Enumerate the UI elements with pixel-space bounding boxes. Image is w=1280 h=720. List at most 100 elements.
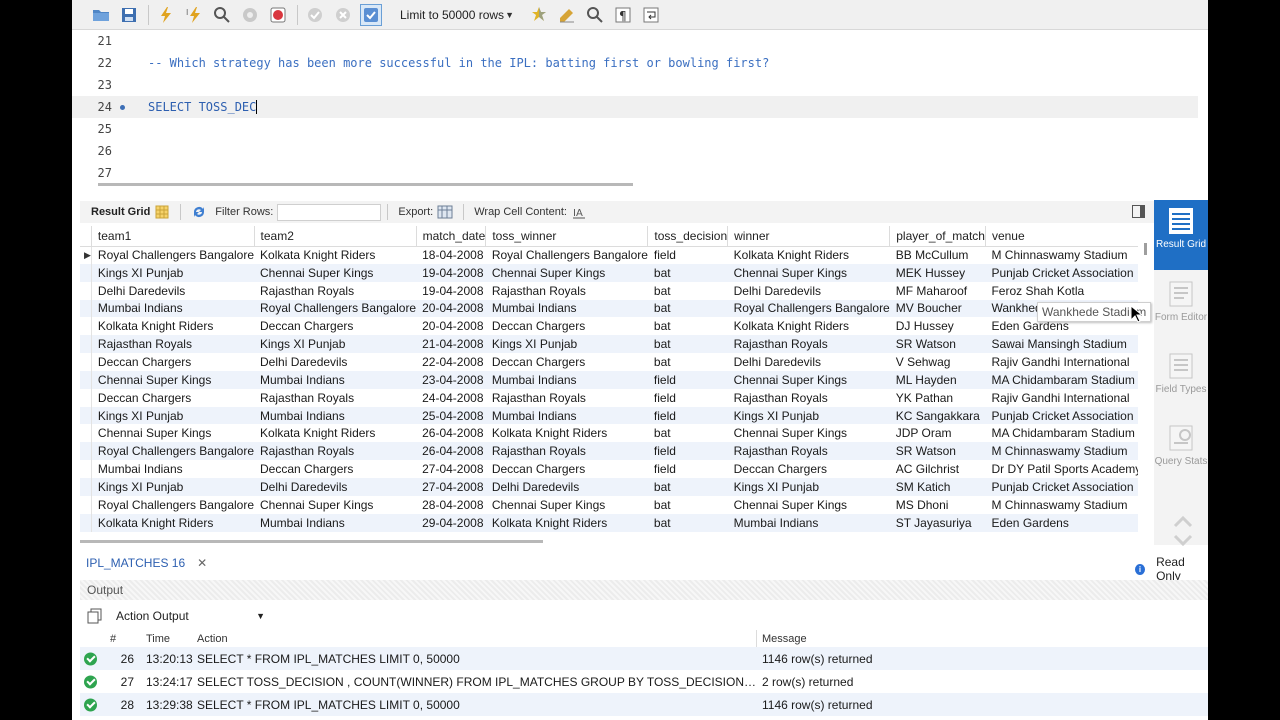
row-header[interactable] <box>80 353 92 371</box>
row-header[interactable] <box>80 406 92 425</box>
cell-venue[interactable]: Rajiv Gandhi International <box>985 389 1138 407</box>
open-folder-icon[interactable] <box>90 4 112 26</box>
cell-toss-decision[interactable]: bat <box>647 299 728 318</box>
sql-editor[interactable]: 21 22 -- Which strategy has been more succ… <box>72 30 1208 178</box>
wrap-cell-icon[interactable]: IA <box>571 204 587 220</box>
toggle-error-icon[interactable] <box>267 4 289 26</box>
cell-team1[interactable]: Deccan Chargers <box>91 353 254 371</box>
editor-line[interactable]: 26 <box>72 140 1198 162</box>
side-panel-scroll-icon[interactable] <box>1172 514 1194 548</box>
cell-winner[interactable]: Chennai Super Kings <box>727 370 890 389</box>
cell-venue[interactable]: Feroz Shah Kotla <box>985 282 1138 300</box>
cell-toss-winner[interactable]: Delhi Daredevils <box>485 477 648 496</box>
cell-match-date[interactable]: 21-04-2008 <box>416 335 486 354</box>
cell-match-date[interactable]: 26-04-2008 <box>416 442 486 461</box>
invisible-chars-icon[interactable]: ¶ <box>612 4 634 26</box>
cell-toss-winner[interactable]: Kings XI Punjab <box>485 335 648 354</box>
cell-match-date[interactable]: 18-04-2008 <box>416 246 486 264</box>
output-type-select[interactable]: Action Output ▼ <box>111 606 269 626</box>
output-row[interactable]: 26 13:20:13 SELECT * FROM IPL_MATCHES LIMI… <box>80 647 1208 670</box>
cell-winner[interactable]: Rajasthan Royals <box>727 335 890 354</box>
cell-player-of-match[interactable]: SM Katich <box>889 477 986 496</box>
cell-winner[interactable]: Kolkata Knight Riders <box>728 246 890 264</box>
side-result-grid[interactable]: Result Grid <box>1154 200 1208 270</box>
limit-rows-select[interactable]: Limit to 50000 rows ▼ <box>392 4 520 26</box>
column-header-team1[interactable]: team1 <box>91 226 255 247</box>
cell-player-of-match[interactable]: ST Jayasuriya <box>889 513 986 532</box>
cell-team1[interactable]: Rajasthan Royals <box>91 335 255 354</box>
cell-toss-decision[interactable]: field <box>647 406 728 425</box>
cell-team1[interactable]: Kolkata Knight Riders <box>91 513 255 532</box>
cell-toss-winner[interactable]: Royal Challengers Bangalore <box>486 246 648 264</box>
autocommit-icon[interactable] <box>360 3 382 26</box>
cell-team2[interactable]: Kolkata Knight Riders <box>254 424 416 442</box>
cell-player-of-match[interactable]: ML Hayden <box>889 370 986 389</box>
toggle-side-panel-icon[interactable] <box>1132 205 1145 218</box>
grid-vertical-scrollbar[interactable] <box>1144 243 1147 255</box>
cell-venue[interactable]: MA Chidambaram Stadium <box>985 424 1138 442</box>
cell-toss-decision[interactable]: bat <box>647 513 728 532</box>
cell-team2[interactable]: Kings XI Punjab <box>254 335 417 354</box>
column-header-player-of-match[interactable]: player_of_match <box>889 226 986 247</box>
cell-team1[interactable]: Kings XI Punjab <box>91 263 255 282</box>
wrap-icon[interactable] <box>640 4 662 26</box>
cell-venue[interactable]: M Chinnaswamy Stadium <box>985 496 1138 514</box>
table-row[interactable]: Deccan Chargers Rajasthan Royals 24-04-200… <box>80 388 1138 407</box>
table-row[interactable]: Royal Challengers Bangalore Rajasthan Roy… <box>80 442 1138 461</box>
cell-toss-winner[interactable]: Rajasthan Royals <box>485 442 648 461</box>
output-row[interactable]: 28 13:29:38 SELECT * FROM IPL_MATCHES LIMI… <box>80 693 1208 716</box>
cell-team1[interactable]: Royal Challengers Bangalore <box>91 496 254 514</box>
cell-toss-winner[interactable]: Deccan Chargers <box>486 353 648 371</box>
cell-match-date[interactable]: 19-04-2008 <box>416 282 486 300</box>
cell-toss-decision[interactable]: bat <box>648 282 728 300</box>
cell-match-date[interactable]: 29-04-2008 <box>416 513 486 532</box>
cell-match-date[interactable]: 20-04-2008 <box>416 299 486 318</box>
cell-team2[interactable]: Rajasthan Royals <box>254 282 416 300</box>
side-query-stats[interactable]: Query Stats <box>1154 417 1208 487</box>
table-row[interactable]: Chennai Super Kings Mumbai Indians 23-04-2… <box>80 370 1138 389</box>
cell-winner[interactable]: Chennai Super Kings <box>727 263 890 282</box>
commit-icon[interactable] <box>304 4 326 26</box>
cell-player-of-match[interactable]: MEK Hussey <box>889 263 986 282</box>
cell-player-of-match[interactable]: SR Watson <box>889 442 986 461</box>
row-header[interactable] <box>80 317 92 336</box>
row-header[interactable] <box>80 281 92 300</box>
cell-team2[interactable]: Rajasthan Royals <box>254 442 417 461</box>
cell-toss-decision[interactable]: bat <box>647 477 728 496</box>
cell-winner[interactable]: Delhi Daredevils <box>728 353 890 371</box>
cell-toss-decision[interactable]: bat <box>647 335 728 354</box>
cell-team2[interactable]: Delhi Daredevils <box>254 353 416 371</box>
table-row[interactable]: Deccan Chargers Delhi Daredevils 22-04-200… <box>80 353 1138 371</box>
cell-venue[interactable]: Eden Gardens <box>985 513 1138 532</box>
cell-team2[interactable]: Mumbai Indians <box>254 370 417 389</box>
cell-team1[interactable]: Chennai Super Kings <box>91 370 255 389</box>
cell-team2[interactable]: Deccan Chargers <box>254 460 416 478</box>
cell-winner[interactable]: Deccan Chargers <box>728 460 890 478</box>
row-header[interactable] <box>80 495 92 514</box>
cell-match-date[interactable]: 27-04-2008 <box>416 460 486 478</box>
table-row[interactable]: Kolkata Knight Riders Mumbai Indians 29-04… <box>80 513 1138 532</box>
cell-match-date[interactable]: 28-04-2008 <box>416 496 486 514</box>
side-form-editor[interactable]: Form Editor <box>1154 273 1208 343</box>
cell-venue[interactable]: M Chinnaswamy Stadium <box>985 442 1138 461</box>
cell-player-of-match[interactable]: AC Gilchrist <box>890 460 986 478</box>
cell-winner[interactable]: Chennai Super Kings <box>728 496 890 514</box>
cell-player-of-match[interactable]: YK Pathan <box>890 389 986 407</box>
cell-team1[interactable]: Kings XI Punjab <box>91 406 255 425</box>
row-header[interactable] <box>80 299 92 318</box>
cell-winner[interactable]: Kings XI Punjab <box>727 477 890 496</box>
table-row[interactable]: Mumbai Indians Royal Challengers Bangalor… <box>80 299 1138 318</box>
cell-winner[interactable]: Mumbai Indians <box>727 513 890 532</box>
column-header-team2[interactable]: team2 <box>254 226 417 247</box>
cell-player-of-match[interactable]: SR Watson <box>889 335 986 354</box>
cell-winner[interactable]: Kolkata Knight Riders <box>728 317 890 335</box>
format-icon[interactable] <box>556 4 578 26</box>
row-header[interactable] <box>80 477 92 496</box>
table-row[interactable]: ▶ Royal Challengers Bangalore Kolkata Knig… <box>80 246 1138 264</box>
find-icon[interactable] <box>584 4 606 26</box>
cell-player-of-match[interactable]: DJ Hussey <box>890 317 986 335</box>
cell-player-of-match[interactable]: V Sehwag <box>890 353 986 371</box>
cell-match-date[interactable]: 27-04-2008 <box>416 477 486 496</box>
cell-player-of-match[interactable]: JDP Oram <box>890 424 986 442</box>
copy-icon[interactable] <box>87 608 103 624</box>
